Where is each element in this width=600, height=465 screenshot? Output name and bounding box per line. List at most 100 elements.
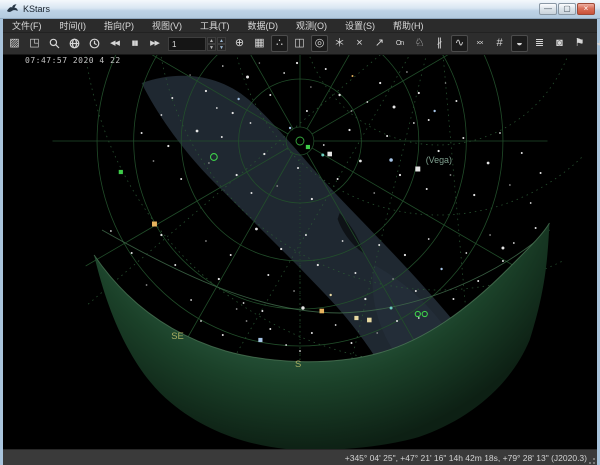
timestep-value[interactable]: 1 — [168, 37, 206, 51]
star — [297, 167, 299, 169]
star — [152, 222, 157, 227]
menu-item-time[interactable]: 时间(I) — [51, 19, 96, 32]
star — [243, 302, 245, 304]
star — [396, 320, 398, 322]
star — [445, 82, 447, 84]
star — [259, 62, 261, 64]
star — [301, 306, 304, 309]
star — [218, 278, 220, 280]
star — [190, 299, 192, 301]
toggle-deep-sky-icon[interactable]: ◫ — [291, 35, 308, 52]
star — [415, 167, 420, 172]
star — [426, 188, 428, 190]
mount-control-icon[interactable]: ◙ — [551, 35, 568, 52]
menu-item-tools[interactable]: 工具(T) — [191, 19, 239, 32]
maximize-button[interactable]: ▢ — [558, 3, 576, 15]
star — [311, 332, 313, 334]
close-button[interactable]: × — [577, 3, 595, 15]
toggle-constellation-boundaries-icon[interactable]: ∦ — [431, 35, 448, 52]
star — [236, 174, 238, 176]
star — [306, 145, 310, 149]
toggle-solar-system-icon[interactable]: ◎ — [311, 35, 328, 52]
star — [267, 274, 269, 276]
star — [389, 158, 393, 162]
sky-canvas[interactable]: (Vega)SES — [3, 55, 597, 449]
star — [325, 68, 327, 70]
minimize-button[interactable]: — — [539, 3, 557, 15]
add-flag-icon[interactable]: ⚑ — [571, 35, 588, 52]
toggle-flags-icon[interactable]: ≣ — [531, 35, 548, 52]
sky-image-icon[interactable]: ▦ — [251, 35, 268, 52]
find-object-icon[interactable] — [46, 35, 63, 52]
menu-item-help[interactable]: 帮助(H) — [384, 19, 433, 32]
timestep-down-button[interactable]: ▼ — [207, 44, 216, 51]
star — [415, 290, 417, 292]
menu-item-view[interactable]: 视图(V) — [143, 19, 191, 32]
star — [338, 94, 340, 96]
star — [285, 344, 287, 346]
track-object-icon[interactable]: ⊕ — [231, 35, 248, 52]
sky-map[interactable]: (Vega)SES 07:47:57 2020 4 22 — [3, 55, 597, 449]
window-title: KStars — [23, 4, 50, 14]
menu-item-file[interactable]: 文件(F) — [3, 19, 51, 32]
main-toolbar: ▨◳ ◀◀▮▮▶▶ 1 ▲ ▼ ▲ ▼ ⊕▦∴◫◎＊×↗On♘∦∿××#◒≣◙⚑◕ — [3, 33, 597, 55]
star — [513, 242, 515, 244]
zoom-fit-icon[interactable]: ◳ — [26, 35, 43, 52]
star — [335, 324, 337, 326]
timestep-unit-up-button[interactable]: ▲ — [217, 37, 226, 44]
star — [321, 154, 324, 157]
toggle-stars-icon[interactable]: ∴ — [271, 35, 288, 52]
geographic-location-icon[interactable] — [66, 35, 83, 52]
star — [174, 264, 176, 266]
star — [310, 86, 312, 88]
star — [399, 174, 401, 176]
star — [438, 150, 440, 152]
toggle-milky-way-icon[interactable]: ∿ — [451, 35, 468, 52]
time-rewind-icon[interactable]: ◀◀ — [106, 35, 123, 52]
set-time-icon[interactable] — [86, 35, 103, 52]
star — [251, 192, 253, 194]
star — [280, 248, 282, 250]
zoom-region-icon[interactable]: ▨ — [6, 35, 23, 52]
toggle-supernovae-icon[interactable]: ＊ — [331, 35, 348, 52]
star — [530, 202, 532, 204]
time-info-box[interactable]: 07:47:57 2020 4 22 — [25, 56, 121, 65]
star — [487, 162, 490, 165]
toggle-constellation-lines-icon[interactable]: × — [351, 35, 368, 52]
moon-phase-icon[interactable]: ◕ — [591, 35, 600, 52]
timestep-up-button[interactable]: ▲ — [207, 37, 216, 44]
star — [367, 318, 372, 323]
toggle-ground-icon[interactable]: ◒ — [511, 35, 528, 52]
star — [222, 334, 224, 336]
toggle-satellites-icon[interactable]: ↗ — [371, 35, 388, 52]
star — [477, 280, 479, 282]
star — [216, 107, 218, 109]
resize-grip[interactable] — [587, 456, 595, 464]
timestep-unit-down-button[interactable]: ▼ — [217, 44, 226, 51]
star — [230, 254, 232, 256]
pause-clock-icon[interactable]: ▮▮ — [126, 35, 143, 52]
toggle-constellation-art-icon[interactable]: ♘ — [411, 35, 428, 52]
star — [406, 71, 408, 73]
star — [342, 240, 344, 242]
star — [205, 240, 207, 242]
star — [200, 320, 202, 322]
star — [289, 127, 291, 129]
star — [311, 198, 313, 200]
time-advance-icon[interactable]: ▶▶ — [146, 35, 163, 52]
toggle-equatorial-grid-icon[interactable]: # — [491, 35, 508, 52]
toggle-constellation-names-icon[interactable]: On — [391, 35, 408, 52]
menu-item-pointing[interactable]: 指向(P) — [95, 19, 143, 32]
star — [320, 309, 325, 314]
menu-item-data[interactable]: 数据(D) — [239, 19, 288, 32]
star — [250, 122, 252, 124]
menu-item-observation[interactable]: 观测(O) — [287, 19, 336, 32]
star — [489, 234, 491, 236]
menu-item-settings[interactable]: 设置(S) — [336, 19, 384, 32]
star — [189, 74, 191, 76]
star — [473, 194, 475, 196]
star — [351, 75, 353, 77]
kstars-window: KStars — ▢ × 文件(F)时间(I)指向(P)视图(V)工具(T)数据… — [0, 0, 600, 465]
star — [269, 94, 271, 96]
toggle-asteroids-icon[interactable]: ×× — [471, 35, 488, 52]
